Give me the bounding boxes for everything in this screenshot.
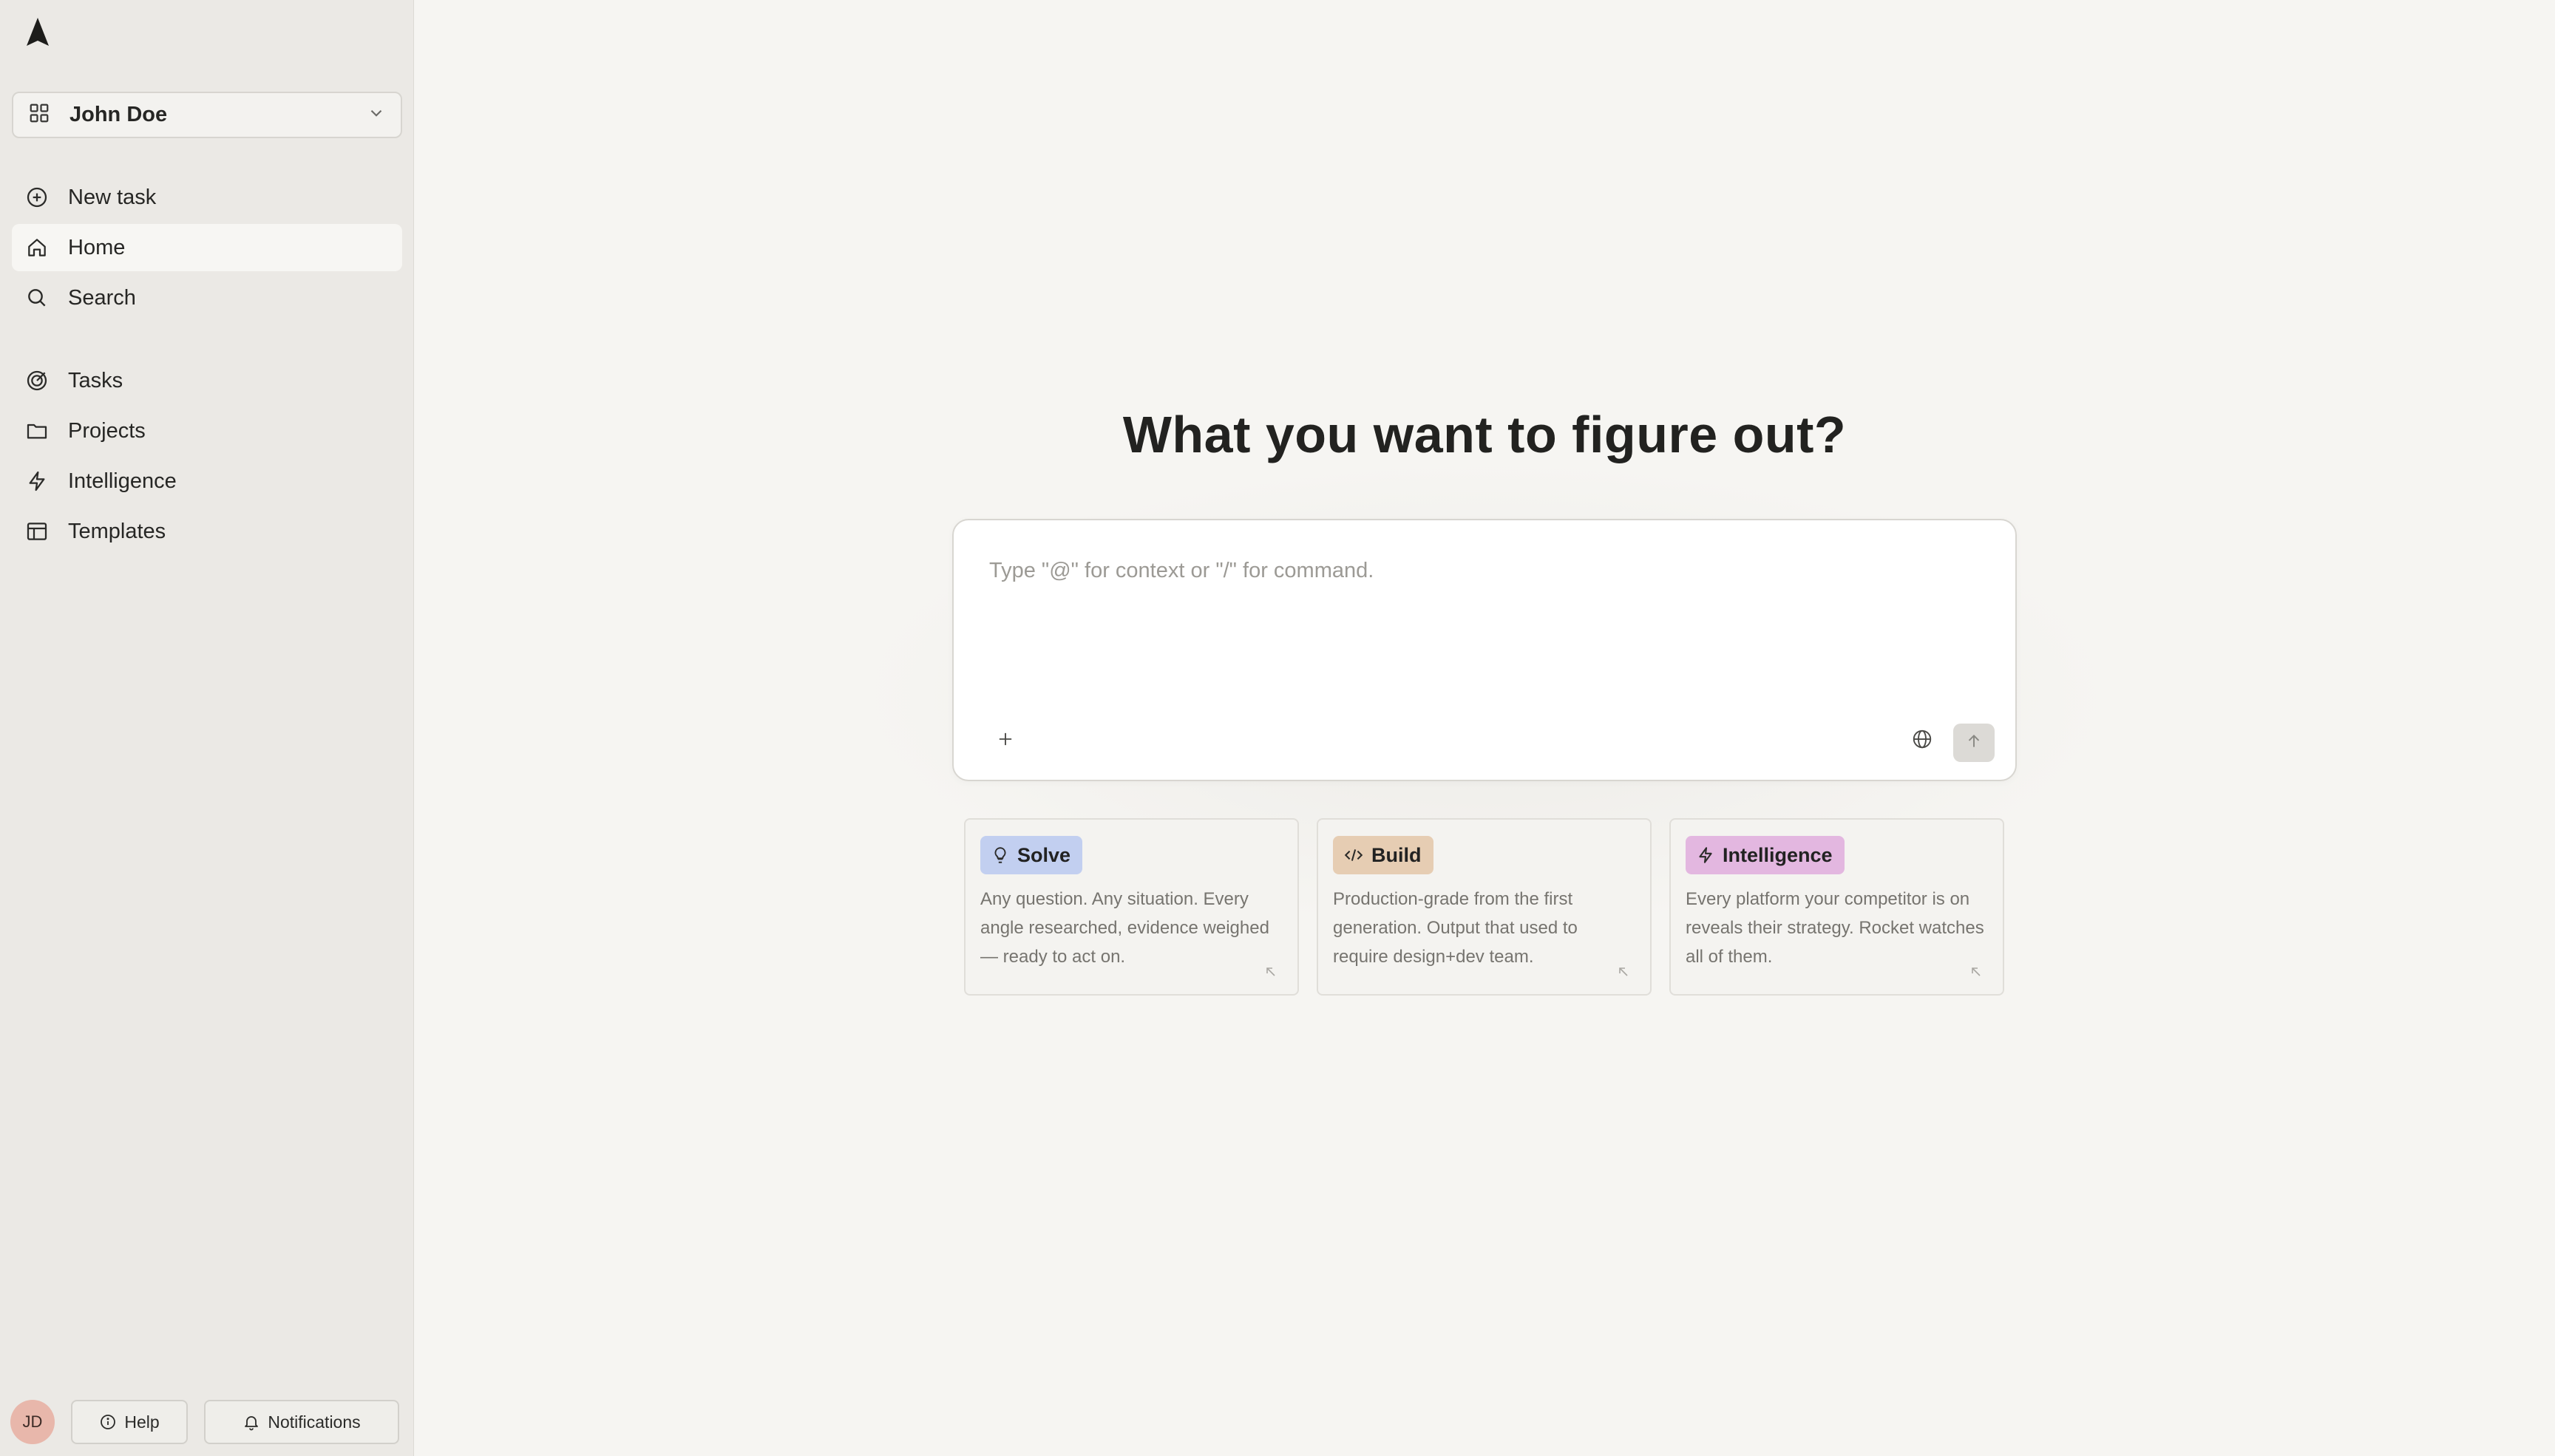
sidebar-item-projects[interactable]: Projects [12, 407, 402, 455]
arrow-up-left-icon [1263, 965, 1278, 979]
arrow-up-left-icon [1616, 965, 1631, 979]
sidebar-item-search[interactable]: Search [12, 274, 402, 322]
card-tag-label: Solve [1017, 843, 1071, 866]
sidebar-item-new-task[interactable]: New task [12, 174, 402, 221]
sidebar-item-tasks[interactable]: Tasks [12, 357, 402, 404]
sidebar-item-label: Projects [68, 418, 146, 443]
card-solve[interactable]: Solve Any question. Any situation. Every… [964, 818, 1299, 996]
card-build[interactable]: Build Production-grade from the first ge… [1317, 818, 1652, 996]
notifications-label: Notifications [268, 1412, 361, 1432]
app-logo[interactable] [22, 16, 53, 52]
home-icon [24, 234, 50, 261]
arrow-up-icon [1964, 732, 1984, 755]
lightbulb-icon [991, 846, 1010, 865]
help-label: Help [124, 1412, 160, 1432]
sidebar-item-label: New task [68, 185, 157, 209]
grid-icon [28, 102, 50, 128]
sidebar-item-label: Tasks [68, 368, 123, 392]
search-icon [24, 285, 50, 311]
target-icon [24, 367, 50, 394]
code-icon [1343, 846, 1364, 865]
attach-button[interactable] [991, 726, 1020, 755]
plus-circle-icon [24, 184, 50, 211]
layout-icon [24, 518, 50, 545]
page-title: What you want to figure out? [1122, 406, 1847, 463]
sidebar-item-label: Intelligence [68, 469, 177, 493]
chevron-down-icon [367, 103, 386, 126]
send-button[interactable] [1953, 724, 1995, 762]
bolt-icon [24, 468, 50, 494]
avatar[interactable]: JD [10, 1400, 55, 1444]
sidebar-item-label: Search [68, 285, 136, 310]
card-intelligence[interactable]: Intelligence Every platform your competi… [1669, 818, 2004, 996]
card-tag-label: Build [1371, 843, 1422, 866]
workspace-switcher[interactable]: John Doe [12, 92, 402, 138]
card-tag-label: Intelligence [1723, 843, 1833, 866]
card-description: Any question. Any situation. Every angle… [980, 889, 1269, 967]
info-icon [99, 1413, 117, 1431]
web-search-toggle[interactable] [1909, 727, 1935, 754]
prompt-input[interactable] [989, 559, 1980, 633]
card-tag: Build [1333, 836, 1433, 874]
help-button[interactable]: Help [71, 1400, 188, 1444]
sidebar-item-intelligence[interactable]: Intelligence [12, 457, 402, 505]
globe-icon [1911, 728, 1933, 754]
plus-icon [995, 729, 1016, 753]
sidebar-footer: JD Help Notifications [10, 1400, 404, 1444]
composer [952, 519, 2017, 781]
card-description: Every platform your competitor is on rev… [1686, 889, 1984, 967]
notifications-button[interactable]: Notifications [204, 1400, 399, 1444]
sidebar-item-templates[interactable]: Templates [12, 508, 402, 555]
card-tag: Solve [980, 836, 1083, 874]
bolt-icon [1696, 846, 1715, 865]
sidebar: John Doe New task Home Search Tasks Proj… [0, 0, 414, 1456]
arrow-up-left-icon [1969, 965, 1984, 979]
sidebar-item-label: Home [68, 235, 126, 259]
bell-icon [242, 1413, 260, 1431]
card-description: Production-grade from the first generati… [1333, 889, 1578, 967]
workspace-name: John Doe [69, 103, 168, 126]
sidebar-item-home[interactable]: Home [12, 224, 402, 271]
sidebar-item-label: Templates [68, 519, 166, 543]
card-tag: Intelligence [1686, 836, 1845, 874]
folder-icon [24, 418, 50, 444]
